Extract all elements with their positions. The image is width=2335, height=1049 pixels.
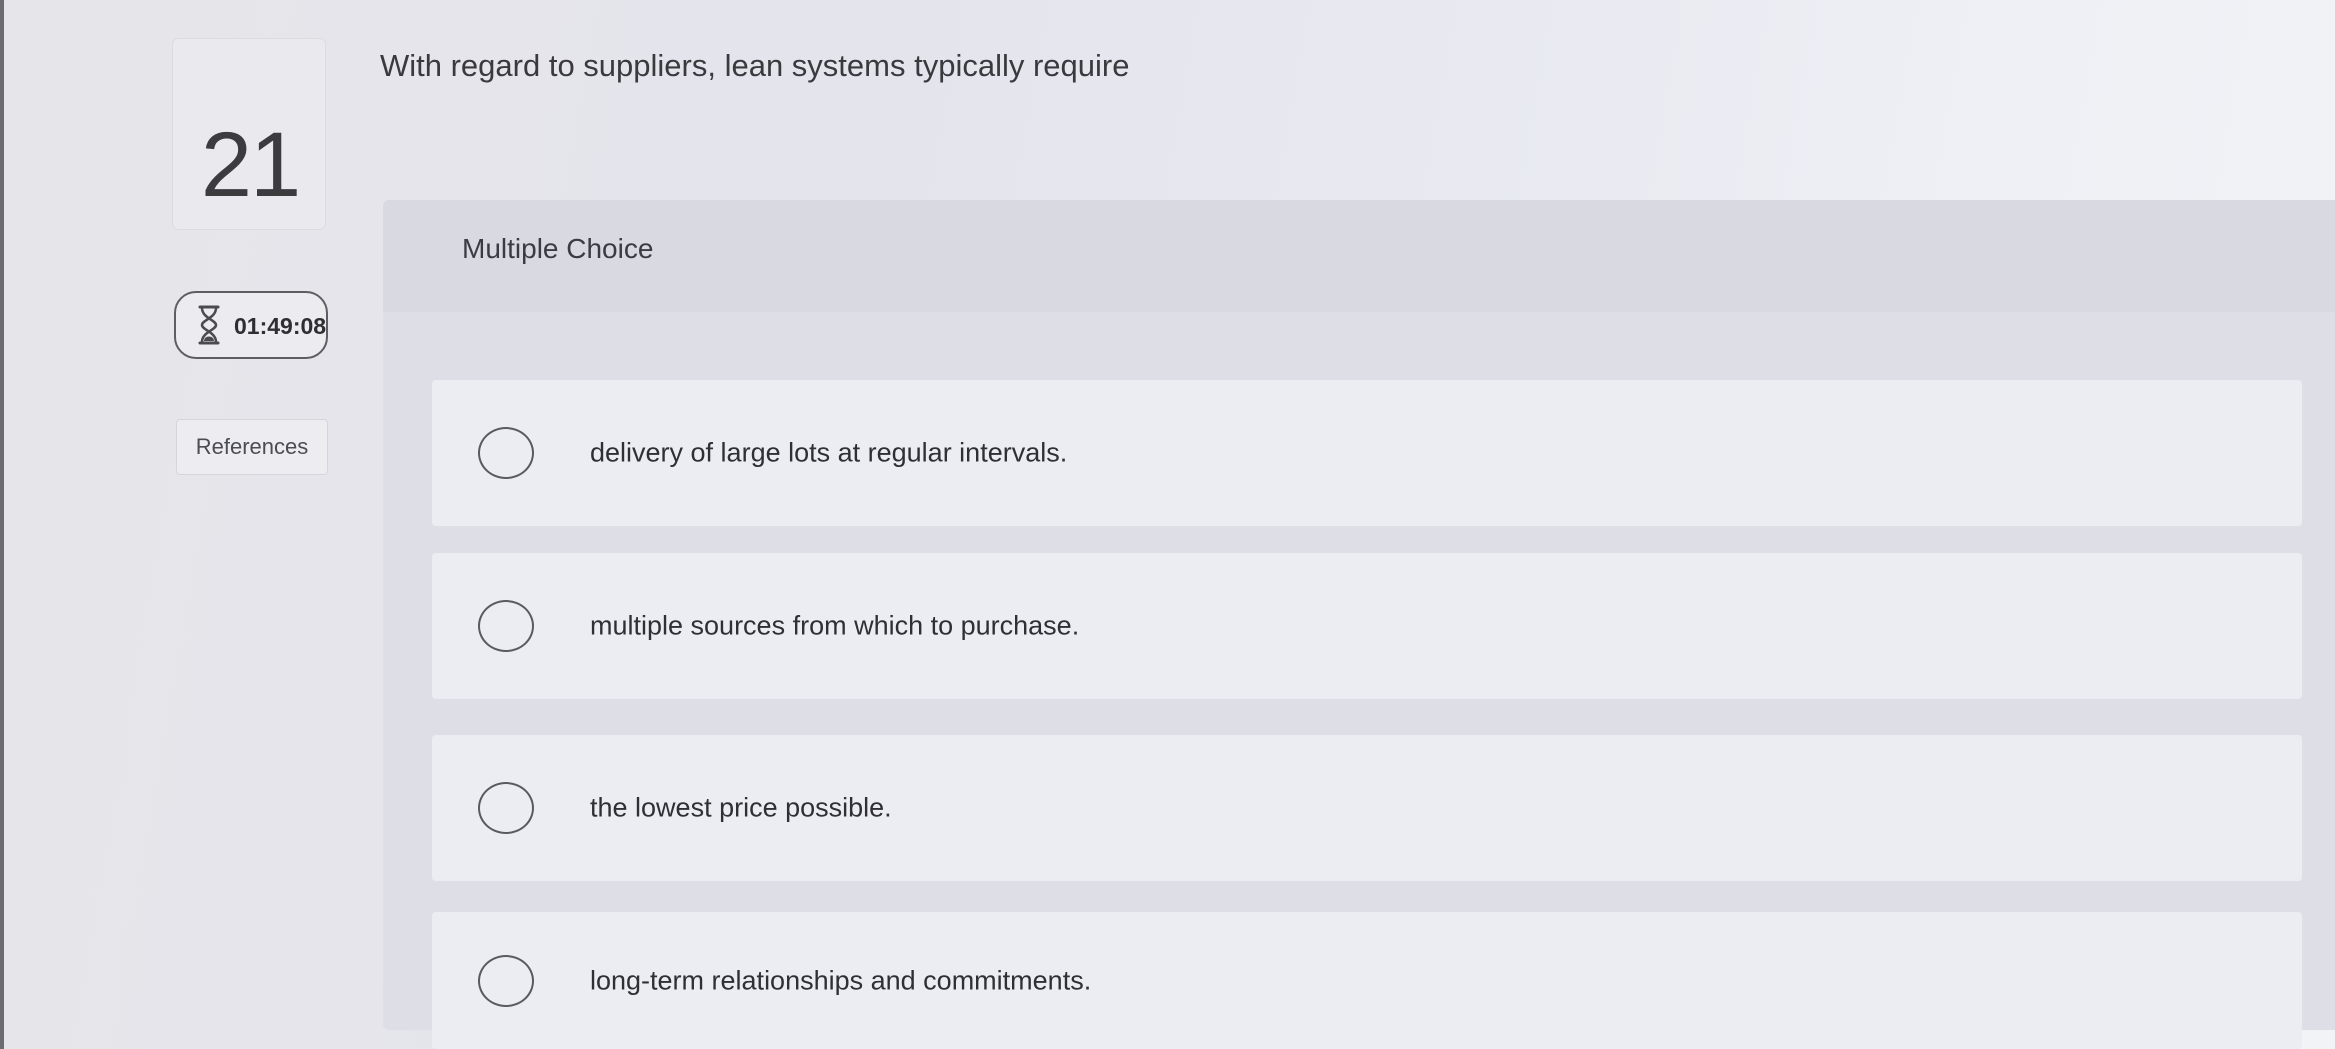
answer-option-label[interactable]: delivery of large lots at regular interv… [590, 438, 1067, 469]
screen-edge [0, 0, 4, 1049]
hourglass-icon [198, 305, 220, 345]
question-number: 21 [200, 114, 301, 216]
question-number-card: 21 [172, 38, 326, 230]
radio-button[interactable] [478, 427, 534, 479]
references-button[interactable]: References [176, 419, 328, 475]
answer-option-label[interactable]: multiple sources from which to purchase. [590, 611, 1079, 642]
answer-option-label[interactable]: the lowest price possible. [590, 793, 892, 824]
radio-button[interactable] [478, 782, 534, 834]
answer-option[interactable]: multiple sources from which to purchase. [432, 553, 2302, 699]
radio-button[interactable] [478, 600, 534, 652]
answer-option-label[interactable]: long-term relationships and commitments. [590, 965, 1091, 996]
question-prompt: With regard to suppliers, lean systems t… [380, 48, 1130, 83]
answer-option[interactable]: delivery of large lots at regular interv… [432, 380, 2302, 526]
answer-option[interactable]: the lowest price possible. [432, 735, 2302, 881]
answer-option[interactable]: long-term relationships and commitments. [432, 912, 2302, 1049]
question-type-label: Multiple Choice [462, 233, 654, 264]
timer-value: 01:49:08 [234, 313, 327, 339]
timer[interactable]: 01:49:08 [174, 291, 328, 359]
question-type-header [383, 200, 2335, 312]
radio-button[interactable] [478, 954, 534, 1007]
